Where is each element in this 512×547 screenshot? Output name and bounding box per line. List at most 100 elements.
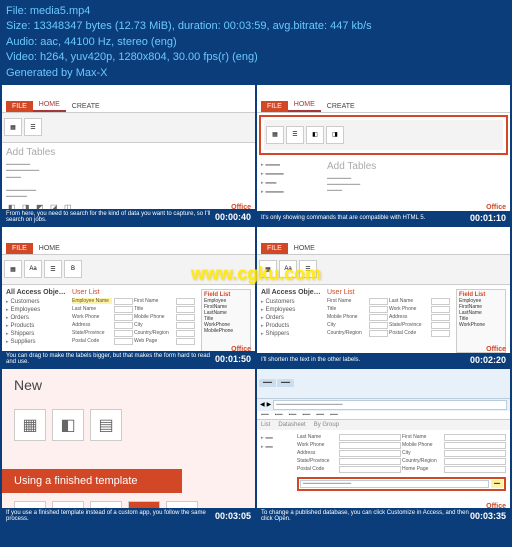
field-list-item[interactable]: MobilePhone [204,328,248,334]
ribbon-button[interactable]: ▦ [266,126,284,144]
text-input[interactable] [114,322,133,329]
text-input[interactable] [114,298,133,305]
text-input[interactable] [431,306,450,313]
content-area: All Access Obje… Customers Employees Ord… [257,285,510,357]
text-input[interactable] [339,442,401,449]
list-item[interactable]: ━━ [261,434,291,443]
text-input[interactable] [176,338,195,345]
new-screen: New ▦ ◧ ▤ Using a finished template ⊕ ⊕ … [2,369,255,524]
open-button[interactable]: ━━ [491,480,503,488]
text-input[interactable] [431,330,450,337]
field-list-item[interactable]: WorkPhone [459,322,503,328]
list-item[interactable]: ━━ [261,443,291,452]
sidebar-item[interactable]: ━━━━ [261,161,321,170]
text-input[interactable] [431,322,450,329]
text-input[interactable] [444,434,506,441]
template-icon[interactable]: ▤ [90,409,122,441]
bookmark-item[interactable]: ▪━━ [300,412,312,418]
browser-tab[interactable]: ━━━ [277,379,294,387]
nav-item[interactable]: Orders [6,314,66,322]
ribbon-button[interactable]: Aa [24,260,42,278]
text-input[interactable] [339,434,401,441]
url-input[interactable]: ━━━━━━━━━━━━━━━━━━━━━━ [273,400,507,410]
tab-file[interactable]: FILE [261,101,288,112]
ribbon-button[interactable]: B [64,260,82,278]
nav-item[interactable]: Suppliers [6,338,66,346]
text-input[interactable] [114,306,133,313]
caption-text: From here, you need to search for the ki… [6,211,215,223]
path-input[interactable]: ━━━━━━━━━━━━━━━━ [300,480,489,488]
text-input[interactable] [444,466,506,473]
text-input[interactable] [369,298,388,305]
webapp-tab[interactable]: Datasheet [278,422,305,428]
text-input[interactable] [114,330,133,337]
text-input[interactable] [369,306,388,313]
text-input[interactable] [444,450,506,457]
text-input[interactable] [431,298,450,305]
tab-home[interactable]: HOME [288,99,321,112]
form-row: Mobile Phone [134,314,195,321]
bookmark-item[interactable]: ▪━━ [328,412,340,418]
tab-file[interactable]: FILE [261,243,288,254]
template-icon[interactable]: ▦ [14,409,46,441]
ribbon-button[interactable]: ☰ [24,118,42,136]
webapp-tab[interactable]: By Group [314,422,339,428]
ribbon-button[interactable]: ◧ [306,126,324,144]
browser-tab[interactable]: ━━━ [259,379,276,387]
tab-home[interactable]: HOME [288,243,321,254]
text-input[interactable] [176,330,195,337]
nav-item[interactable]: Employees [261,306,321,314]
text-input[interactable] [176,298,195,305]
field-label: Address [72,322,112,328]
nav-item[interactable]: Employees [6,306,66,314]
sidebar-item[interactable]: ━━━━━ [261,170,321,179]
tab-home[interactable]: HOME [33,243,66,254]
form-grid: First Name Last Name Title Work Phone Mo… [327,298,450,337]
nav-item[interactable]: Shippers [261,330,321,338]
text-input[interactable] [444,442,506,449]
text-input[interactable] [431,314,450,321]
text-input[interactable] [369,322,388,329]
bookmark-item[interactable]: ▪━━ [273,412,285,418]
ribbon-button[interactable]: Aa [279,260,297,278]
ribbon-button[interactable]: ◨ [326,126,344,144]
ribbon-button[interactable]: ▦ [259,260,277,278]
bookmark-item[interactable]: ▪━━ [287,412,299,418]
text-input[interactable] [369,330,388,337]
ribbon-button[interactable]: ☰ [299,260,317,278]
sidebar-item[interactable]: ━━━ [261,179,321,188]
text-input[interactable] [114,314,133,321]
nav-item[interactable]: Products [6,322,66,330]
text-input[interactable] [176,306,195,313]
webapp-tab[interactable]: List [261,422,270,428]
ribbon-button[interactable]: ▦ [4,260,22,278]
ribbon-button[interactable]: ☰ [286,126,304,144]
tab-create[interactable]: CREATE [66,101,106,112]
nav-item[interactable]: Shippers [6,330,66,338]
bookmark-item[interactable]: ▪━━ [314,412,326,418]
tab-home[interactable]: HOME [33,99,66,112]
nav-item[interactable]: Products [261,322,321,330]
tab-file[interactable]: FILE [6,243,33,254]
text-input[interactable] [444,458,506,465]
nav-item[interactable]: Customers [261,298,321,306]
bookmark-item[interactable]: ▪━━ [259,412,271,418]
nav-item[interactable]: Customers [6,298,66,306]
tab-create[interactable]: CREATE [321,101,361,112]
text-input[interactable] [339,458,401,465]
ribbon-button[interactable]: ☰ [44,260,62,278]
back-icon[interactable]: ◀ [260,401,265,408]
template-icon[interactable]: ◧ [52,409,84,441]
nav-item[interactable]: Orders [261,314,321,322]
text-input[interactable] [176,322,195,329]
text-input[interactable] [114,338,133,345]
timestamp: 00:01:50 [215,354,251,364]
text-input[interactable] [369,314,388,321]
sidebar-item[interactable]: ━━━━━ [261,188,321,197]
text-input[interactable] [339,466,401,473]
forward-icon[interactable]: ▶ [267,401,272,408]
tab-file[interactable]: FILE [6,101,33,112]
text-input[interactable] [176,314,195,321]
text-input[interactable] [339,450,401,457]
ribbon-button[interactable]: ▦ [4,118,22,136]
